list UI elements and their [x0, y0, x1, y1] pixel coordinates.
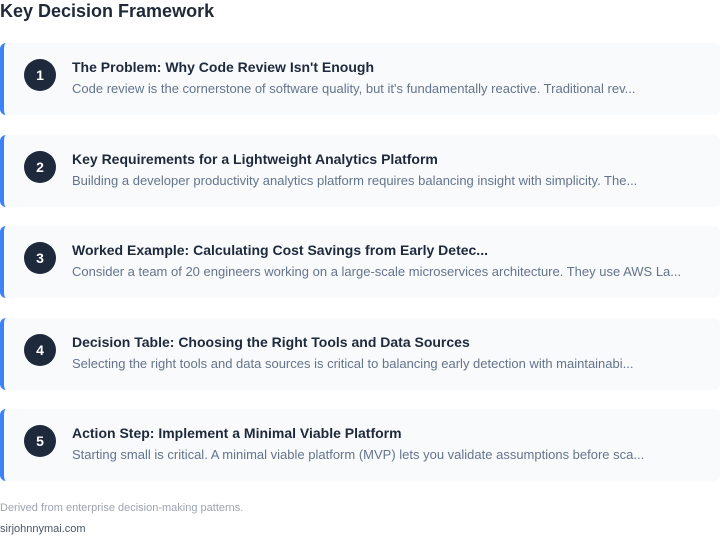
card-title: Worked Example: Calculating Cost Savings…	[72, 242, 488, 258]
decision-card-2[interactable]: 2 Key Requirements for a Lightweight Ana…	[0, 134, 720, 207]
card-title: Key Requirements for a Lightweight Analy…	[72, 150, 438, 167]
card-description: Code review is the cornerstone of softwa…	[72, 81, 636, 96]
card-title: Action Step: Implement a Minimal Viable …	[72, 425, 402, 441]
card-description: Consider a team of 20 engineers working …	[72, 264, 682, 279]
card-description: Selecting the right tools and data sourc…	[72, 355, 634, 371]
card-title: The Problem: Why Code Review Isn't Enoug…	[72, 59, 375, 75]
step-number-badge: 3	[24, 242, 56, 274]
footer-note: Derived from enterprise decision-making …	[0, 502, 244, 514]
decision-card-1[interactable]: 1 The Problem: Why Code Review Isn't Eno…	[0, 43, 720, 115]
decision-card-5[interactable]: 5 Action Step: Implement a Minimal Viabl…	[0, 409, 720, 481]
decision-card-list: 1 The Problem: Why Code Review Isn't Eno…	[0, 43, 720, 501]
card-description: Building a developer productivity analyt…	[72, 172, 638, 188]
step-number-badge: 1	[24, 59, 56, 91]
decision-card-3[interactable]: 3 Worked Example: Calculating Cost Savin…	[0, 226, 720, 298]
footer-site-link[interactable]: sirjohnnymai.com	[0, 523, 86, 536]
step-number-badge: 5	[24, 425, 56, 457]
decision-card-4[interactable]: 4 Decision Table: Choosing the Right Too…	[0, 317, 720, 390]
page-title: Key Decision Framework	[0, 1, 215, 21]
step-number-badge: 2	[24, 150, 56, 183]
card-title: Decision Table: Choosing the Right Tools…	[72, 333, 470, 350]
card-description: Starting small is critical. A minimal vi…	[72, 447, 645, 462]
step-number-badge: 4	[24, 333, 56, 366]
